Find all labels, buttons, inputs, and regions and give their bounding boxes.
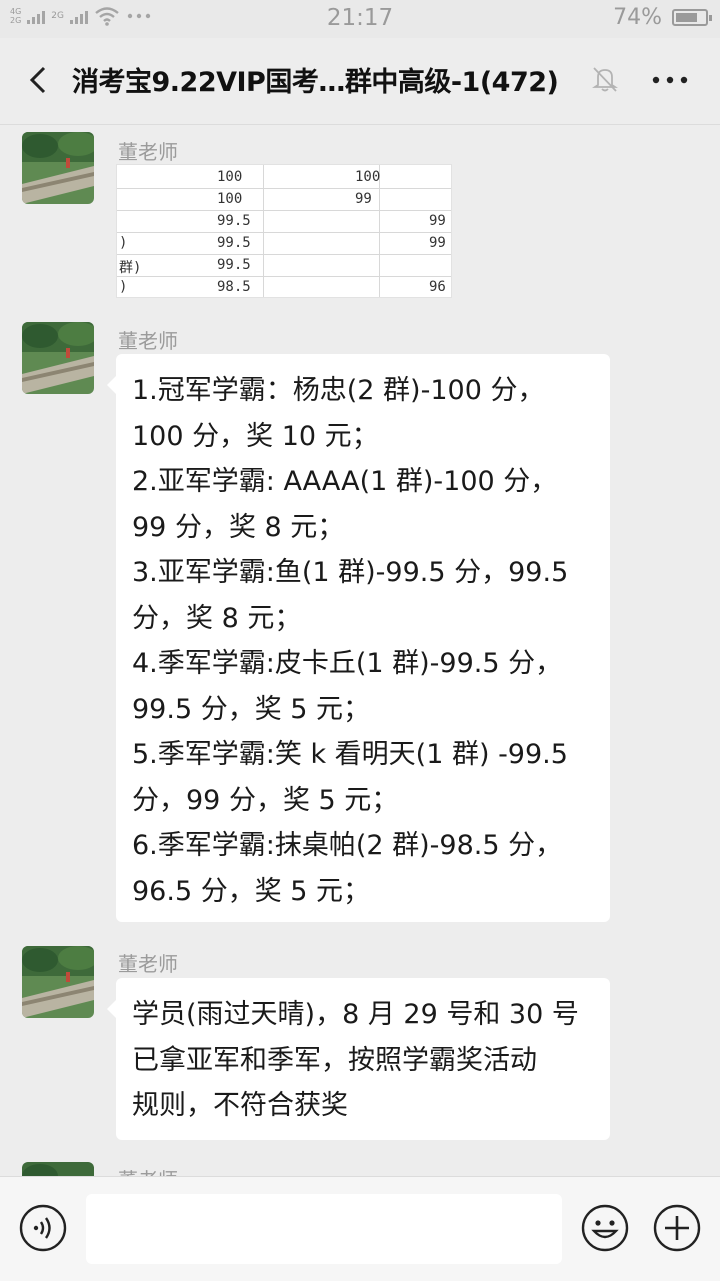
avatar[interactable]	[22, 322, 94, 394]
message-line: 2.亚军学霸: AAAA(1 群)-100 分，	[132, 466, 558, 497]
image-cell: )	[119, 235, 128, 251]
avatar[interactable]	[22, 946, 94, 1018]
status-bar: 4G 2G 2G 21:17 74%	[0, 0, 720, 38]
avatar-image	[22, 1162, 94, 1176]
image-row: ) 98.5 96	[117, 276, 451, 297]
message-line: 100 分，奖 10 元；	[132, 420, 379, 452]
message-line: 96.5 分，奖 5 元；	[132, 875, 371, 907]
message-line: 分，99 分，奖 5 元；	[132, 784, 399, 816]
message-input[interactable]	[86, 1194, 562, 1264]
image-cell: 99.5	[217, 213, 251, 229]
image-row: 100 100	[117, 166, 451, 189]
message-line: 已拿亚军和季军，按照学霸奖活动	[132, 1044, 537, 1076]
message-line: 1.冠军学霸：杨忠(2 群)-100 分，	[132, 375, 545, 406]
avatar-image	[22, 132, 94, 204]
image-cell: 99	[355, 191, 372, 207]
message-bubble[interactable]: 学员(雨过天晴)，8 月 29 号和 30 号 已拿亚军和季军，按照学霸奖活动 …	[107, 978, 610, 1140]
chat-header: 消考宝9.22VIP国考…群中高级-1(472)	[0, 38, 720, 125]
more-dots-icon[interactable]	[648, 62, 692, 98]
message-line: 99 分，奖 8 元；	[132, 511, 345, 543]
message-line: 规则，不符合获奖	[132, 1090, 348, 1121]
chevron-left-icon[interactable]	[22, 60, 62, 100]
sender-name: 董老师	[118, 1164, 178, 1176]
image-cell: 群)	[119, 260, 142, 276]
image-cell: )	[119, 279, 128, 295]
message-line: 分，奖 8 元；	[132, 602, 302, 634]
plus-icon[interactable]	[652, 1203, 702, 1253]
input-bar	[0, 1176, 720, 1281]
message-line: 6.季军学霸:抹桌帕(2 群)-98.5 分，	[132, 830, 563, 861]
image-cell: 96	[429, 279, 446, 295]
image-row: 100 99	[117, 188, 451, 211]
avatar-image	[22, 322, 94, 394]
avatar[interactable]	[22, 1162, 94, 1176]
battery-fill	[676, 13, 697, 22]
avatar[interactable]	[22, 132, 94, 204]
emoji-icon[interactable]	[580, 1203, 630, 1253]
mute-bell-icon	[592, 67, 618, 92]
battery-group: 74%	[613, 5, 712, 30]
image-cell: 100	[355, 169, 381, 185]
sender-name: 董老师	[118, 952, 178, 976]
image-cell: 99.5	[217, 235, 251, 251]
image-cell: 99	[429, 213, 446, 229]
message-line: 4.季军学霸:皮卡丘(1 群)-99.5 分，	[132, 648, 563, 679]
image-row: ) 99.5 99	[117, 232, 451, 255]
image-row: 群) 99.5	[117, 254, 451, 277]
clock: 21:17	[326, 5, 394, 31]
battery-percentage: 74%	[613, 5, 662, 30]
message-line: 3.亚军学霸:鱼(1 群)-99.5 分，99.5	[132, 557, 569, 588]
image-cell: 100	[217, 169, 243, 185]
chat-title: 消考宝9.22VIP国考…群中高级-1(472)	[72, 67, 559, 98]
image-row: 99.5 99	[117, 210, 451, 233]
message-bubble[interactable]: 1.冠军学霸：杨忠(2 群)-100 分， 100 分，奖 10 元； 2.亚军…	[107, 354, 610, 922]
avatar-image	[22, 946, 94, 1018]
image-cell: 100	[217, 191, 243, 207]
image-cell: 98.5	[217, 279, 251, 295]
message-line: 99.5 分，奖 5 元；	[132, 693, 371, 725]
voice-icon[interactable]	[18, 1203, 68, 1253]
message-line: 学员(雨过天晴)，8 月 29 号和 30 号	[132, 999, 579, 1030]
battery-icon	[672, 9, 712, 26]
image-cell: 99	[429, 235, 446, 251]
image-cell: 99.5	[217, 257, 251, 273]
message-line: 5.季军学霸:笑 k 看明天(1 群) -99.5	[132, 739, 568, 770]
image-message[interactable]: 100 100 100 99 99.5 99) 99.5 99 群) 99.5) 98.5 96	[116, 164, 452, 298]
sender-name: 董老师	[118, 329, 178, 353]
sender-name: 董老师	[118, 140, 178, 164]
